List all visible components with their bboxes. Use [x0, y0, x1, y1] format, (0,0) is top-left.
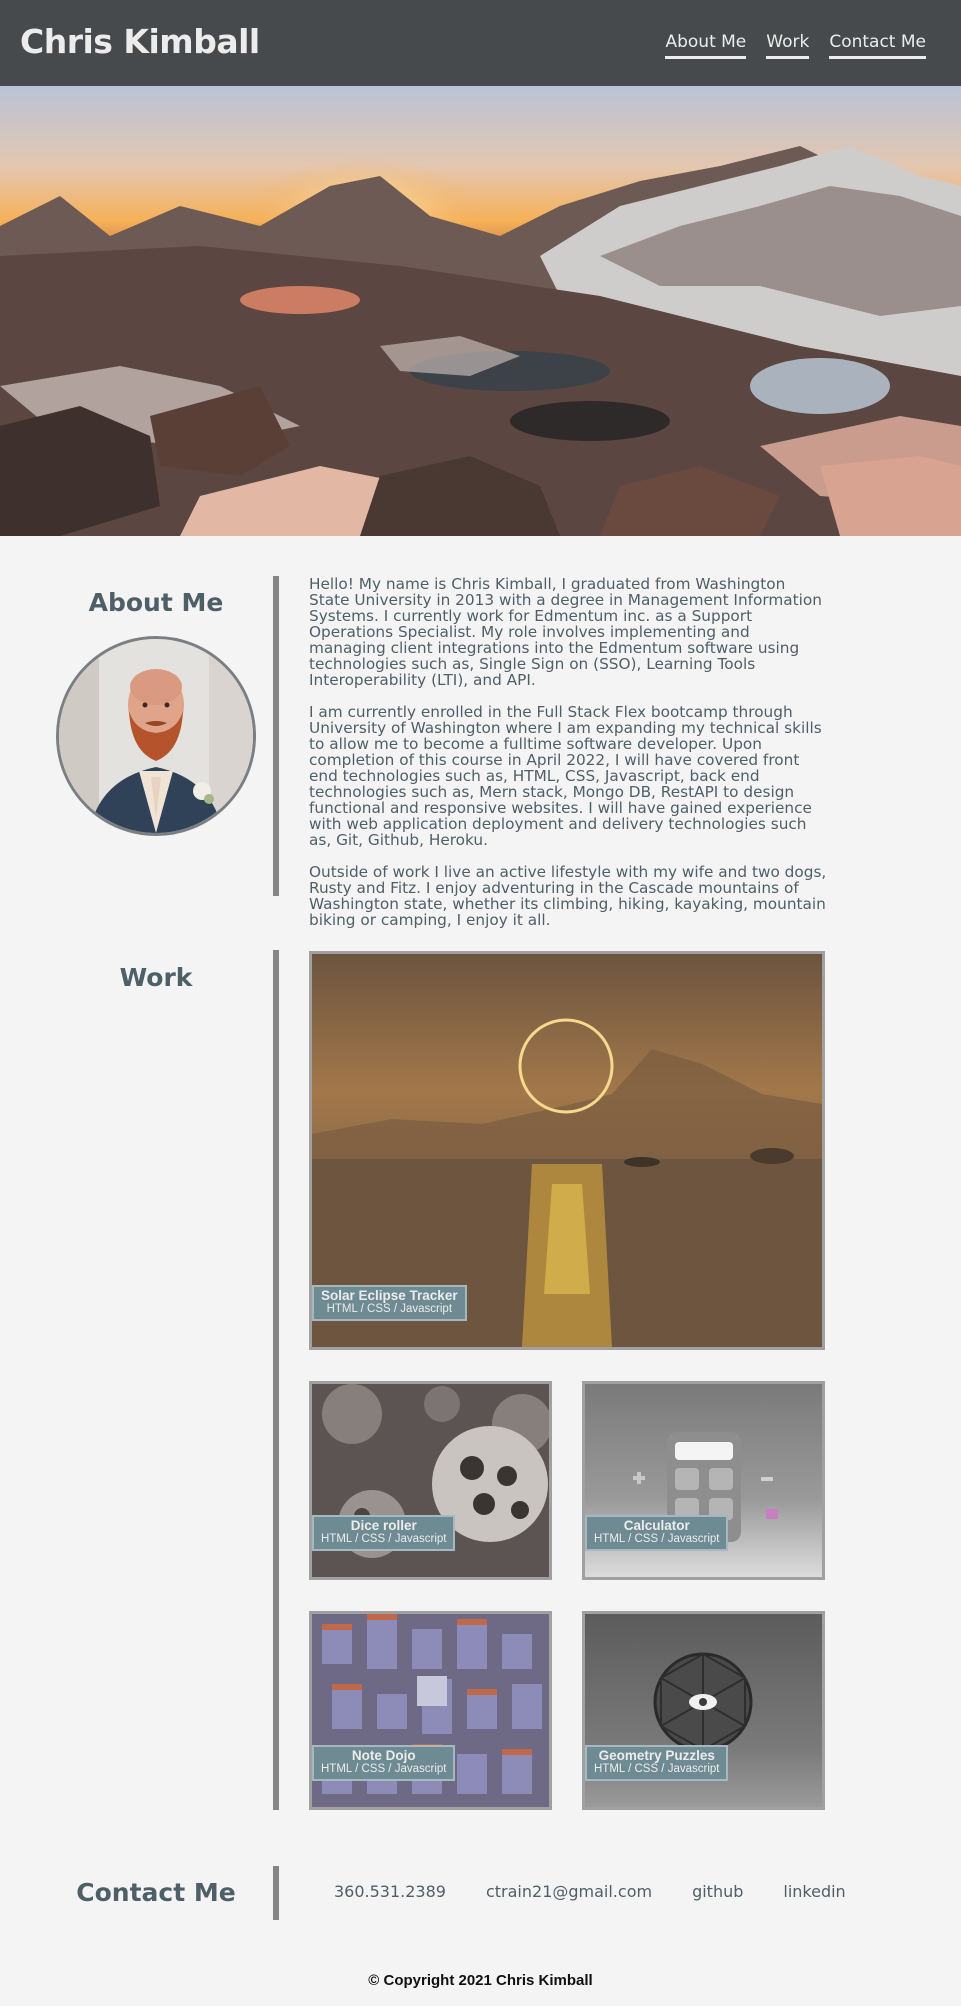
- project-caption: Note Dojo HTML / CSS / Javascript: [312, 1745, 456, 1781]
- project-tech: HTML / CSS / Javascript: [594, 1763, 720, 1775]
- work-heading: Work: [119, 963, 193, 992]
- profile-avatar: [56, 636, 256, 836]
- project-card-dice-roller[interactable]: Dice roller HTML / CSS / Javascript: [309, 1381, 552, 1580]
- about-paragraph: Hello! My name is Chris Kimball, I gradu…: [309, 575, 822, 689]
- project-caption: Solar Eclipse Tracker HTML / CSS / Javas…: [312, 1285, 467, 1321]
- project-tech: HTML / CSS / Javascript: [321, 1763, 447, 1775]
- contact-linkedin-link[interactable]: linkedin: [783, 1882, 845, 1901]
- about-me-heading: About Me: [88, 588, 224, 617]
- about-me-text: Hello! My name is Chris Kimball, I gradu…: [309, 576, 827, 944]
- about-paragraph: I am currently enrolled in the Full Stac…: [309, 703, 822, 849]
- project-caption: Dice roller HTML / CSS / Javascript: [312, 1515, 456, 1551]
- project-caption: Geometry Puzzles HTML / CSS / Javascript: [585, 1745, 729, 1781]
- project-caption: Calculator HTML / CSS / Javascript: [585, 1515, 729, 1551]
- project-title: Solar Eclipse Tracker: [321, 1288, 458, 1303]
- project-title: Note Dojo: [351, 1748, 416, 1763]
- project-tech: HTML / CSS / Javascript: [321, 1533, 447, 1545]
- project-card-note-dojo[interactable]: Note Dojo HTML / CSS / Javascript: [309, 1611, 552, 1810]
- contact-github-link[interactable]: github: [692, 1882, 743, 1901]
- footer-copyright: © Copyright 2021 Chris Kimball: [368, 1972, 593, 1989]
- site-title: Chris Kimball: [20, 22, 260, 61]
- contact-email-link[interactable]: ctrain21@gmail.com: [486, 1882, 652, 1901]
- contact-divider: [273, 1866, 279, 1920]
- project-tech: HTML / CSS / Javascript: [326, 1303, 453, 1315]
- nav-work[interactable]: Work: [766, 32, 810, 59]
- about-paragraph: Outside of work I live an active lifesty…: [309, 863, 827, 929]
- project-title: Dice roller: [350, 1518, 417, 1533]
- project-title: Calculator: [623, 1518, 690, 1533]
- contact-phone-link[interactable]: 360.531.2389: [334, 1882, 446, 1901]
- about-divider: [273, 576, 279, 896]
- nav-contact-me[interactable]: Contact Me: [829, 32, 926, 59]
- project-tech: HTML / CSS / Javascript: [594, 1533, 720, 1545]
- hero-banner-image: [0, 86, 961, 536]
- contact-me-heading: Contact Me: [76, 1878, 236, 1907]
- project-title: Geometry Puzzles: [598, 1748, 715, 1763]
- work-divider: [273, 950, 279, 1810]
- project-card-geometry-puzzles[interactable]: Geometry Puzzles HTML / CSS / Javascript: [582, 1611, 825, 1810]
- main-nav: About Me Work Contact Me: [665, 32, 926, 59]
- project-card-solar-eclipse-tracker[interactable]: Solar Eclipse Tracker HTML / CSS / Javas…: [309, 951, 825, 1350]
- project-card-calculator[interactable]: Calculator HTML / CSS / Javascript: [582, 1381, 825, 1580]
- contact-links: 360.531.2389 ctrain21@gmail.com github l…: [334, 1882, 846, 1901]
- nav-about-me[interactable]: About Me: [665, 32, 747, 59]
- site-header: Chris Kimball About Me Work Contact Me: [0, 0, 961, 86]
